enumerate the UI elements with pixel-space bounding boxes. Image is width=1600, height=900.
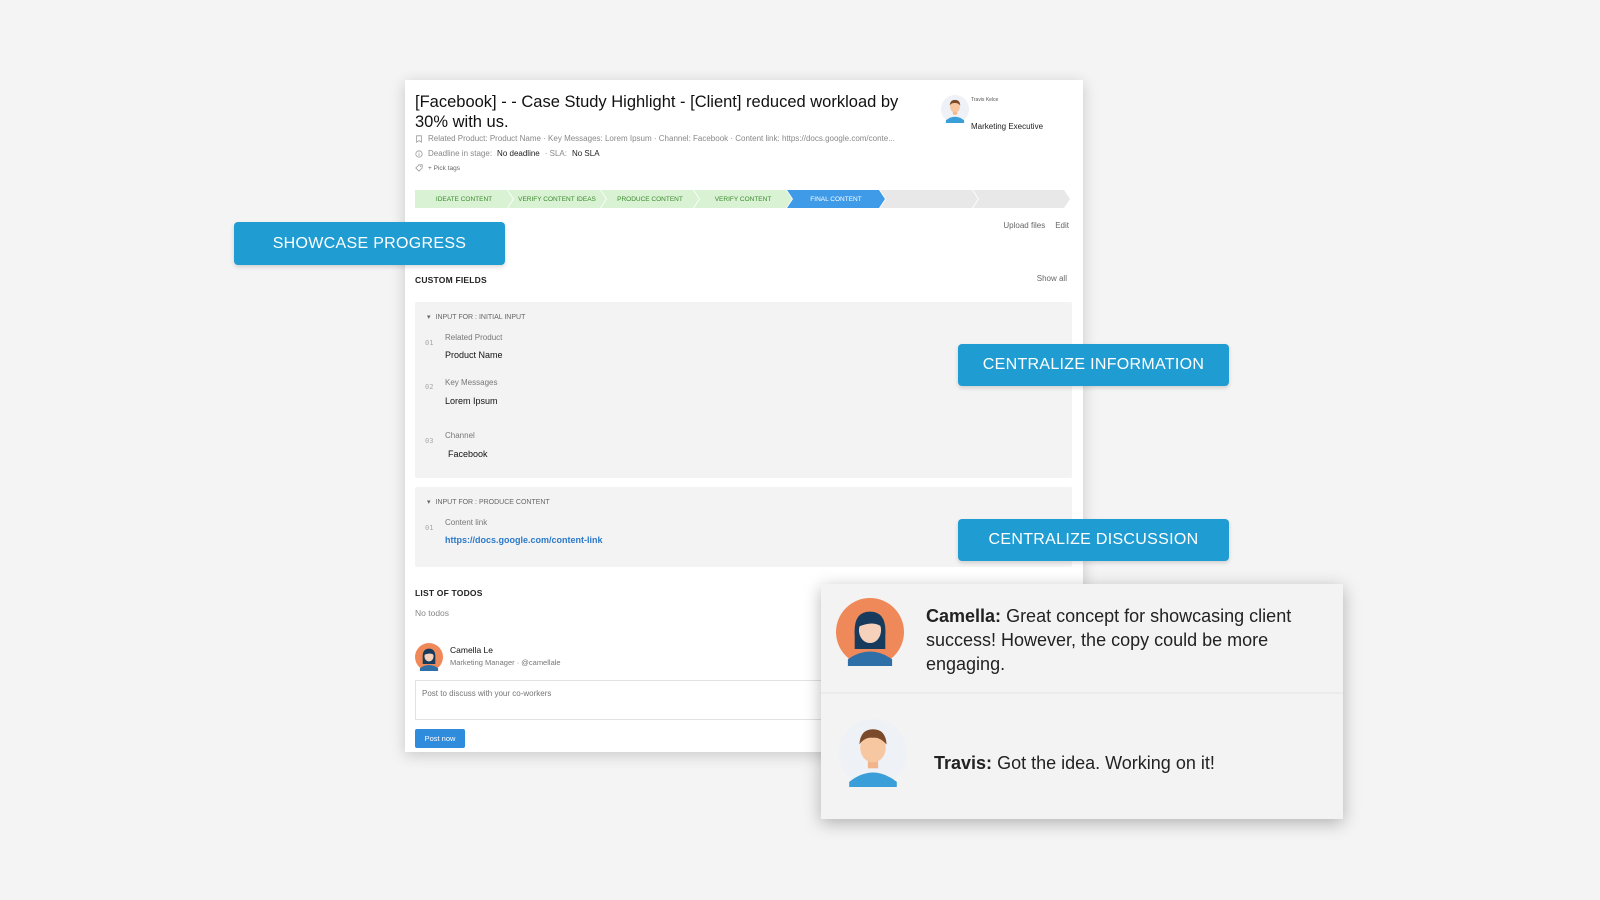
stage-produce-content[interactable]: PRODUCE CONTENT — [601, 190, 699, 208]
stage-empty[interactable] — [973, 190, 1070, 208]
stage-verify-content-ideas[interactable]: VERIFY CONTENT IDEAS — [508, 190, 606, 208]
initial-input-group: ▾ INPUT FOR : INITIAL INPUT 01 Related P… — [415, 302, 1072, 478]
no-todos-text: No todos — [415, 608, 450, 618]
tags-row: + Pick tags — [415, 164, 460, 172]
pick-tags-label: Pick tags — [433, 164, 460, 172]
callout-showcase-progress: SHOWCASE PROGRESS — [234, 222, 505, 265]
plus-icon: + — [428, 164, 432, 172]
commenter-role: Marketing Manager · @camellale — [450, 658, 561, 667]
custom-fields-title: CUSTOM FIELDS — [415, 275, 487, 285]
travis-avatar — [839, 719, 907, 787]
callout-centralize-information: CENTRALIZE INFORMATION — [958, 344, 1229, 386]
todos-title: LIST OF TODOS — [415, 588, 483, 598]
bookmark-icon — [416, 134, 422, 143]
pick-tags-button[interactable]: + Pick tags — [428, 165, 460, 172]
assignee-name: Travis Kelce — [971, 97, 999, 103]
discussion-panel: Camella: Great concept for showcasing cl… — [821, 584, 1343, 819]
deadline-row: Deadline in stage: No deadline · SLA: No… — [415, 149, 600, 158]
sla-label: · SLA: — [544, 149, 567, 158]
task-title: [Facebook] - - Case Study Highlight - [C… — [415, 93, 899, 131]
field-number: 01 — [425, 339, 434, 347]
content-link[interactable]: https://docs.google.com/content-link — [445, 535, 603, 545]
assignee-role: Marketing Executive — [971, 122, 1044, 131]
sla-value: No SLA — [571, 149, 600, 158]
message-author: Camella: — [926, 606, 1002, 626]
group-title: INPUT FOR : PRODUCE CONTENT — [435, 498, 550, 506]
message-divider — [821, 692, 1343, 694]
group-header[interactable]: ▾ INPUT FOR : INITIAL INPUT — [427, 313, 526, 322]
group-title: INPUT FOR : INITIAL INPUT — [435, 313, 526, 321]
field-number: 02 — [425, 383, 434, 391]
camella-avatar — [836, 598, 904, 666]
message-travis: Travis: Got the idea. Working on it! — [934, 751, 1334, 775]
message-author: Travis: — [934, 753, 993, 773]
edit-link[interactable]: Edit — [1055, 221, 1069, 230]
stage-ideate-content[interactable]: IDEATE CONTENT — [415, 190, 513, 208]
upload-files-link[interactable]: Upload files — [1003, 221, 1045, 230]
task-actions: Upload files Edit — [1003, 221, 1069, 230]
callout-centralize-discussion: CENTRALIZE DISCUSSION — [958, 519, 1229, 561]
info-icon — [415, 149, 423, 158]
commenter-avatar — [415, 643, 443, 671]
caret-down-icon: ▾ — [427, 314, 431, 321]
message-camella: Camella: Great concept for showcasing cl… — [926, 604, 1326, 676]
field-label: Channel — [445, 431, 475, 440]
field-label: Content link — [445, 518, 488, 527]
meta-summary: Related Product: Product Name · Key Mess… — [428, 134, 895, 143]
caret-down-icon: ▾ — [427, 499, 431, 506]
message-text: Got the idea. Working on it! — [997, 753, 1215, 773]
deadline-value: No deadline — [497, 149, 540, 158]
assignee-avatar[interactable] — [941, 95, 969, 123]
group-header[interactable]: ▾ INPUT FOR : PRODUCE CONTENT — [427, 498, 550, 507]
stage-final-content[interactable]: FINAL CONTENT — [787, 190, 885, 208]
field-value[interactable]: Lorem Ipsum — [445, 396, 498, 406]
field-label: Related Product — [445, 333, 503, 342]
comment-input[interactable] — [415, 680, 835, 720]
field-number: 01 — [425, 524, 434, 532]
tag-icon — [415, 164, 423, 172]
field-value[interactable]: Product Name — [445, 350, 503, 360]
field-label: Key Messages — [445, 378, 498, 387]
show-all-link[interactable]: Show all — [1037, 274, 1067, 283]
stage-progress-bar: IDEATE CONTENT VERIFY CONTENT IDEAS PROD… — [415, 190, 1072, 208]
stage-empty[interactable] — [880, 190, 978, 208]
field-value[interactable]: Facebook — [448, 449, 488, 459]
stage-verify-content[interactable]: VERIFY CONTENT — [694, 190, 792, 208]
post-now-button[interactable]: Post now — [415, 729, 465, 748]
field-number: 03 — [425, 437, 434, 445]
meta-summary-row: Related Product: Product Name · Key Mess… — [415, 134, 895, 143]
deadline-label: Deadline in stage: — [428, 149, 493, 158]
commenter-name: Camella Le — [450, 645, 493, 655]
